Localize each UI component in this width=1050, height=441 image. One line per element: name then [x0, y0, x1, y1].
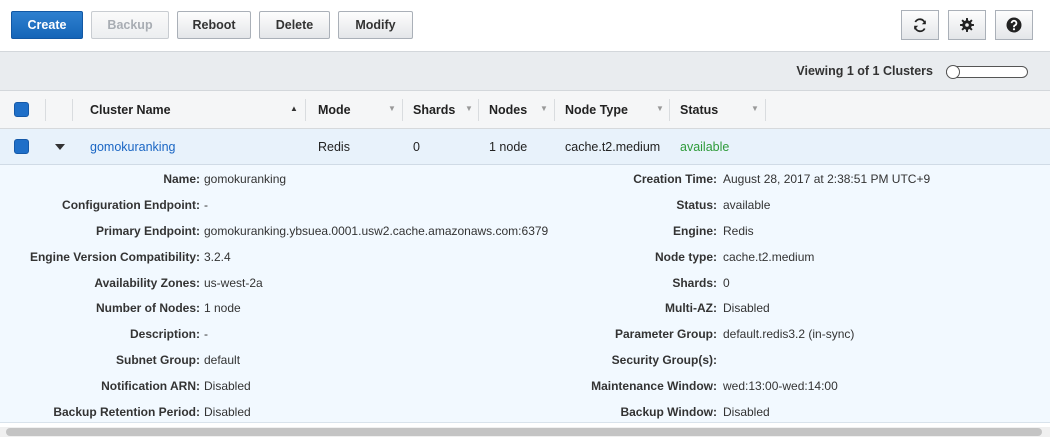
- sort-icon[interactable]: ▼: [751, 104, 759, 113]
- detail-value: 1 node: [204, 301, 241, 315]
- detail-label: Engine Version Compatibility:: [29, 250, 200, 264]
- cell-status: available: [680, 140, 730, 154]
- detail-label: Node type:: [654, 250, 717, 264]
- cell-nodes: 1 node: [489, 140, 528, 154]
- sort-ascending-icon[interactable]: ▲: [290, 104, 298, 113]
- help-icon: [1006, 17, 1022, 33]
- detail-value: cache.t2.medium: [723, 250, 815, 264]
- detail-value: gomokuranking: [204, 172, 287, 186]
- cluster-name-link[interactable]: gomokuranking: [90, 140, 175, 154]
- detail-label: Shards:: [672, 276, 717, 290]
- detail-label: Primary Endpoint:: [95, 224, 200, 238]
- backup-button[interactable]: Backup: [91, 11, 169, 39]
- expand-arrow-icon[interactable]: [55, 144, 65, 150]
- detail-label: Backup Window:: [620, 405, 717, 419]
- select-all-checkbox[interactable]: [14, 102, 29, 117]
- row-checkbox[interactable]: [14, 139, 29, 154]
- detail-value: available: [723, 198, 771, 212]
- detail-value: Disabled: [723, 301, 770, 315]
- detail-value: August 28, 2017 at 2:38:51 PM UTC+9: [723, 172, 931, 186]
- column-header-status[interactable]: Status: [680, 103, 718, 117]
- detail-label: Multi-AZ:: [665, 301, 717, 315]
- detail-value: default.redis3.2 (in-sync): [723, 327, 855, 341]
- detail-label: Number of Nodes:: [95, 301, 200, 315]
- detail-value: default: [204, 353, 241, 367]
- toolbar: Create Backup Reboot Delete Modify: [0, 0, 1050, 50]
- detail-label: Engine:: [673, 224, 717, 238]
- refresh-icon: [914, 18, 926, 33]
- detail-label: Name:: [163, 172, 200, 186]
- cell-node-type: cache.t2.medium: [565, 140, 661, 154]
- detail-value: wed:13:00-wed:14:00: [723, 379, 838, 393]
- delete-button[interactable]: Delete: [259, 11, 330, 39]
- pagination-bar: Viewing 1 of 1 Clusters: [0, 51, 1050, 91]
- table-header: Cluster Name ▲ Mode ▼ Shards ▼ Nodes ▼ N…: [0, 91, 1050, 129]
- sort-icon[interactable]: ▼: [388, 104, 396, 113]
- sort-icon[interactable]: ▼: [540, 104, 548, 113]
- cluster-details-panel: Name: gomokuranking Configuration Endpoi…: [0, 165, 1050, 423]
- column-header-cluster-name[interactable]: Cluster Name: [90, 103, 171, 117]
- viewing-count: Viewing 1 of 1 Clusters: [796, 64, 933, 78]
- refresh-button[interactable]: [901, 10, 939, 40]
- detail-label: Availability Zones:: [94, 276, 200, 290]
- scrollbar-thumb[interactable]: [6, 428, 1042, 436]
- column-header-shards[interactable]: Shards: [413, 103, 455, 117]
- help-button[interactable]: [995, 10, 1033, 40]
- horizontal-scrollbar[interactable]: [0, 427, 1050, 437]
- gear-icon: [960, 18, 974, 32]
- sort-icon[interactable]: ▼: [656, 104, 664, 113]
- table-row[interactable]: gomokuranking Redis 0 1 node cache.t2.me…: [0, 129, 1050, 165]
- detail-label: Security Group(s):: [611, 353, 717, 367]
- detail-value: -: [204, 198, 208, 212]
- cell-shards: 0: [413, 140, 420, 154]
- detail-label: Subnet Group:: [116, 353, 200, 367]
- modify-button[interactable]: Modify: [338, 11, 413, 39]
- cell-mode: Redis: [318, 140, 350, 154]
- detail-value: 0: [723, 276, 730, 290]
- reboot-button[interactable]: Reboot: [177, 11, 251, 39]
- detail-value: us-west-2a: [204, 276, 263, 290]
- detail-value: gomokuranking.ybsuea.0001.usw2.cache.ama…: [204, 224, 549, 238]
- detail-label: Maintenance Window:: [591, 379, 717, 393]
- detail-value: Disabled: [204, 405, 251, 419]
- detail-label: Backup Retention Period:: [53, 405, 200, 419]
- detail-value: 3.2.4: [204, 250, 231, 264]
- detail-label: Status:: [676, 198, 717, 212]
- detail-label: Parameter Group:: [614, 327, 717, 341]
- column-header-node-type[interactable]: Node Type: [565, 103, 628, 117]
- detail-label: Creation Time:: [633, 172, 717, 186]
- detail-value: -: [204, 327, 208, 341]
- settings-button[interactable]: [948, 10, 986, 40]
- pagination-slider[interactable]: [946, 65, 1028, 79]
- create-button[interactable]: Create: [11, 11, 83, 39]
- column-header-mode[interactable]: Mode: [318, 103, 351, 117]
- detail-label: Description:: [129, 327, 200, 341]
- column-header-nodes[interactable]: Nodes: [489, 103, 527, 117]
- detail-label: Configuration Endpoint:: [62, 198, 200, 212]
- detail-value: Disabled: [204, 379, 251, 393]
- detail-value: Disabled: [723, 405, 770, 419]
- pagination-slider-knob[interactable]: [946, 65, 960, 79]
- detail-value: Redis: [723, 224, 754, 238]
- sort-icon[interactable]: ▼: [465, 104, 473, 113]
- detail-label: Notification ARN:: [101, 379, 200, 393]
